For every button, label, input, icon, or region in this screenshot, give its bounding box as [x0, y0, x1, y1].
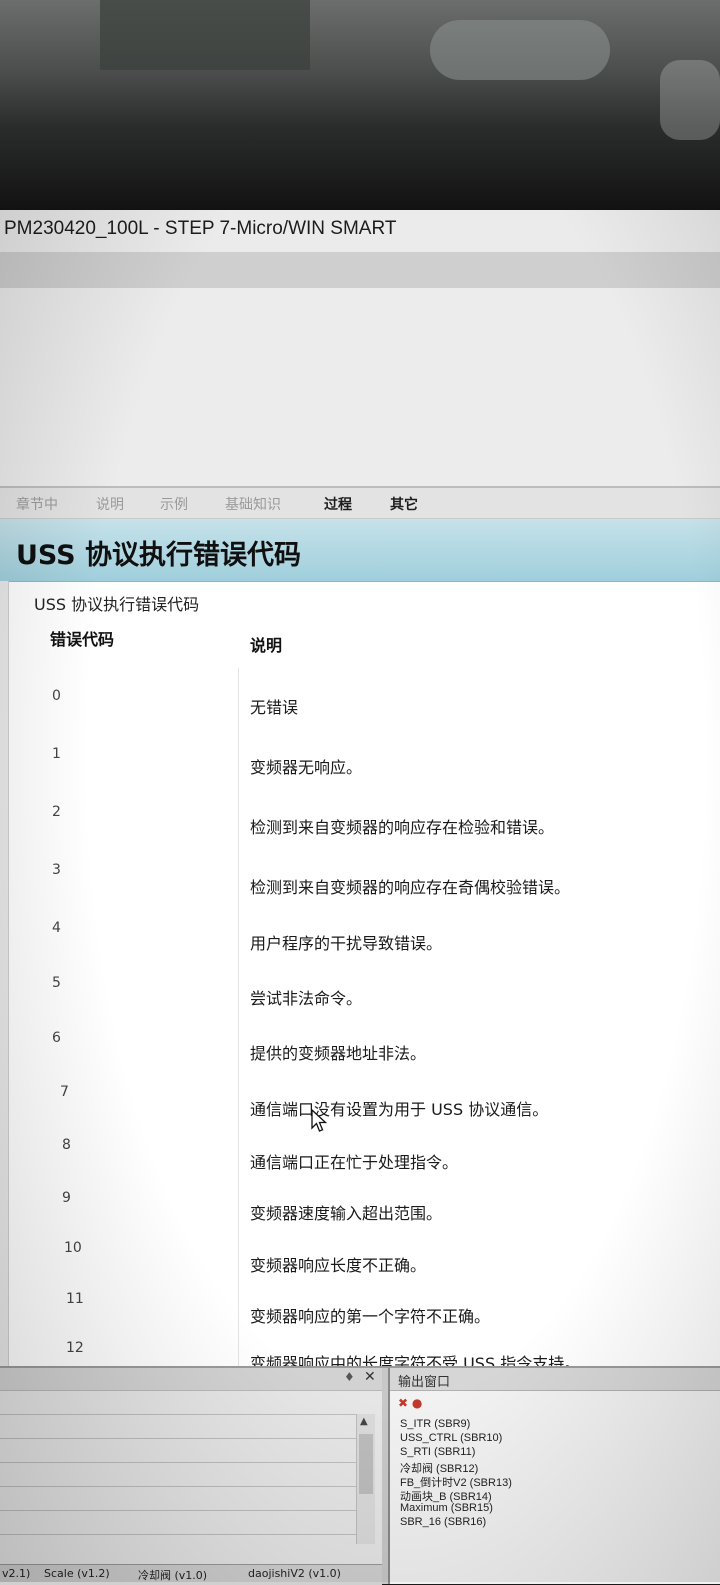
error-description: 检测到来自变频器的响应存在检验和错误。 [250, 818, 555, 837]
page-title: USS 协议执行错误代码 [16, 540, 302, 571]
help-tab-bar: 章节中 说明 示例 基础知识 过程 其它 [0, 488, 720, 519]
output-window: 输出窗口 ✖ ● S_ITR (SBR9) USS_CTRL (SBR10) S… [388, 1368, 720, 1584]
tab-description[interactable]: 说明 [96, 494, 124, 514]
error-code: 4 [52, 920, 61, 936]
error-description: 提供的变频器地址非法。 [250, 1044, 427, 1063]
clear-output-icon[interactable]: ✖ ● [398, 1396, 422, 1410]
tab-daojishi[interactable]: daojishiV2 (v1.0) [248, 1567, 341, 1580]
tab-pou-partial[interactable]: v2.1) [2, 1567, 30, 1580]
tab-cooling-valve[interactable]: 冷却阀 (v1.0) [138, 1567, 207, 1583]
grid-line [0, 1534, 356, 1535]
error-description: 无错误 [250, 698, 299, 717]
column-header-code: 错误代码 [50, 630, 115, 649]
tab-other[interactable]: 其它 [390, 494, 418, 514]
project-panel-header: ♦ ✕ [0, 1368, 382, 1391]
output-line: S_ITR (SBR9) [400, 1418, 471, 1430]
output-line: S_RTI (SBR11) [400, 1446, 476, 1458]
table-row: 12 变频器响应中的长度字符不受 USS 指令支持。 [0, 1340, 720, 1373]
grid-line [0, 1414, 356, 1415]
column-header-description: 说明 [250, 636, 283, 655]
pin-icon[interactable]: ♦ [344, 1370, 355, 1384]
mouse-cursor-icon [311, 1108, 328, 1132]
help-window: 章节中 说明 示例 基础知识 过程 其它 USS 协议执行错误代码 USS 协议… [0, 486, 720, 1373]
output-window-header: 输出窗口 [390, 1368, 720, 1391]
project-panel: ♦ ✕ ▲ v2.1) Scale (v1.2) 冷却阀 (v1.0) daoj… [0, 1368, 382, 1585]
scroll-up-icon[interactable]: ▲ [360, 1416, 368, 1427]
error-description: 通信端口没有设置为用于 USS 协议通信。 [250, 1100, 549, 1119]
error-code: 6 [52, 1030, 61, 1046]
error-description: 变频器响应的第一个字符不正确。 [250, 1307, 491, 1326]
grid-line [0, 1486, 356, 1487]
table-row: 2 检测到来自变频器的响应存在检验和错误。 [0, 804, 720, 837]
error-description: 尝试非法命令。 [250, 989, 363, 1008]
bottom-panels: ♦ ✕ ▲ v2.1) Scale (v1.2) 冷却阀 (v1.0) daoj… [0, 1366, 720, 1585]
menu-bar [0, 252, 720, 288]
output-window-title: 输出窗口 [398, 1375, 451, 1390]
error-code: 2 [52, 804, 61, 820]
error-description: 用户程序的干扰导致错误。 [250, 934, 443, 953]
tab-procedure[interactable]: 过程 [324, 494, 352, 514]
table-row: 5 尝试非法命令。 [0, 975, 720, 1008]
tab-scale[interactable]: Scale (v1.2) [44, 1567, 110, 1580]
camera-background [0, 0, 720, 210]
error-code: 0 [52, 688, 61, 704]
table-row: 8 通信端口正在忙于处理指令。 [0, 1137, 720, 1172]
table-row: 0 无错误 [0, 688, 720, 717]
column-divider [238, 668, 239, 1368]
background-light-right [660, 60, 720, 140]
error-code: 10 [64, 1240, 82, 1256]
section-subtitle: USS 协议执行错误代码 [34, 595, 200, 614]
help-topic-header: USS 协议执行错误代码 [0, 519, 720, 582]
window-title: PM230420_100L - STEP 7-Micro/WIN SMART [4, 218, 397, 239]
background-object [100, 0, 310, 70]
table-row: 1 变频器无响应。 [0, 746, 720, 777]
error-code: 11 [66, 1291, 84, 1307]
error-description: 检测到来自变频器的响应存在奇偶校验错误。 [250, 878, 571, 897]
table-row: 9 变频器速度输入超出范围。 [0, 1190, 720, 1223]
error-code: 3 [52, 862, 61, 878]
error-code: 8 [62, 1137, 71, 1153]
monitor-screen: PM230420_100L - STEP 7-Micro/WIN SMART 章… [0, 210, 720, 1585]
scroll-thumb[interactable] [359, 1434, 373, 1494]
output-line: Maximum (SBR15) [400, 1502, 493, 1514]
tab-example[interactable]: 示例 [160, 494, 188, 514]
vertical-scrollbar[interactable]: ▲ [356, 1414, 375, 1544]
tab-basics[interactable]: 基础知识 [225, 494, 281, 514]
table-row: 4 用户程序的干扰导致错误。 [0, 920, 720, 953]
error-code: 7 [60, 1084, 69, 1100]
error-description: 通信端口正在忙于处理指令。 [250, 1153, 459, 1172]
grid-line [0, 1510, 356, 1511]
background-light [430, 20, 610, 80]
output-line: SBR_16 (SBR16) [400, 1516, 487, 1528]
error-code: 12 [66, 1340, 84, 1356]
tab-chapter[interactable]: 章节中 [16, 494, 58, 514]
table-row: 10 变频器响应长度不正确。 [0, 1240, 720, 1275]
table-row: 3 检测到来自变频器的响应存在奇偶校验错误。 [0, 862, 720, 897]
title-bar: PM230420_100L - STEP 7-Micro/WIN SMART [0, 210, 720, 252]
output-line: USS_CTRL (SBR10) [400, 1432, 503, 1444]
close-icon[interactable]: ✕ [364, 1369, 376, 1385]
grid-line [0, 1462, 356, 1463]
error-description: 变频器速度输入超出范围。 [250, 1204, 443, 1223]
error-code: 1 [52, 746, 61, 762]
grid-line [0, 1438, 356, 1439]
error-code: 5 [52, 975, 61, 991]
table-row: 7 通信端口没有设置为用于 USS 协议通信。 [0, 1084, 720, 1119]
error-code: 9 [62, 1190, 71, 1206]
error-description: 变频器无响应。 [250, 758, 363, 777]
toolbar-ribbon [0, 288, 720, 488]
table-row: 11 变频器响应的第一个字符不正确。 [0, 1291, 720, 1326]
error-description: 变频器响应长度不正确。 [250, 1256, 427, 1275]
table-row: 6 提供的变频器地址非法。 [0, 1030, 720, 1063]
